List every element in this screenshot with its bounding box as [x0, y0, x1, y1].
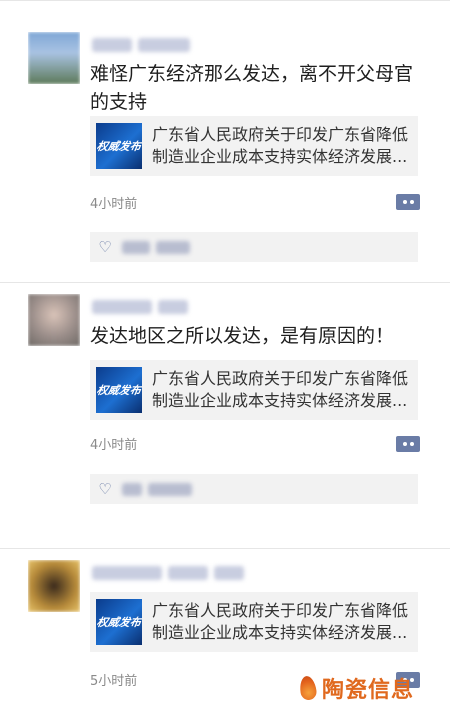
watermark-text: 陶瓷信息	[322, 677, 415, 703]
nickname-blurred[interactable]	[92, 298, 188, 316]
moment-post-2: 发达地区之所以发达，是有原因的！ 权威发布 广东省人民政府关于印发广东省降低制造…	[0, 282, 450, 544]
heart-icon: ♡	[98, 238, 112, 256]
link-title: 广东省人民政府关于印发广东省降低制造业企业成本支持实体经济发展...	[152, 601, 409, 642]
link-thumbnail: 权威发布	[96, 367, 142, 413]
avatar[interactable]	[28, 32, 80, 84]
likers-blurred[interactable]	[122, 482, 192, 496]
watermark-logo: 陶瓷信息	[298, 672, 415, 704]
link-thumbnail: 权威发布	[96, 123, 142, 169]
likers-blurred[interactable]	[122, 240, 190, 254]
nickname-blurred[interactable]	[92, 36, 190, 54]
likes-bar: ♡	[90, 474, 418, 504]
link-card[interactable]: 权威发布 广东省人民政府关于印发广东省降低制造业企业成本支持实体经济发展...	[90, 360, 418, 420]
link-thumbnail: 权威发布	[96, 599, 142, 645]
link-title: 广东省人民政府关于印发广东省降低制造业企业成本支持实体经济发展...	[152, 125, 409, 166]
post-time: 4小时前	[90, 197, 138, 212]
likes-bar: ♡	[90, 232, 418, 262]
link-card[interactable]: 权威发布 广东省人民政府关于印发广东省降低制造业企业成本支持实体经济发展...	[90, 116, 418, 176]
post-time: 5小时前	[90, 674, 138, 689]
moment-post-1: 难怪广东经济那么发达，离不开父母官的支持 权威发布 广东省人民政府关于印发广东省…	[0, 0, 450, 278]
avatar[interactable]	[28, 294, 80, 346]
post-text: 发达地区之所以发达，是有原因的！	[90, 325, 395, 347]
flame-icon	[298, 675, 318, 701]
nickname-blurred[interactable]	[92, 564, 244, 582]
more-dots-icon[interactable]	[396, 436, 420, 452]
link-card[interactable]: 权威发布 广东省人民政府关于印发广东省降低制造业企业成本支持实体经济发展...	[90, 592, 418, 652]
more-dots-icon[interactable]	[396, 194, 420, 210]
post-text: 难怪广东经济那么发达，离不开父母官的支持	[90, 63, 414, 113]
post-time: 4小时前	[90, 438, 138, 453]
heart-icon: ♡	[98, 480, 112, 498]
avatar[interactable]	[28, 560, 80, 612]
link-title: 广东省人民政府关于印发广东省降低制造业企业成本支持实体经济发展...	[152, 369, 409, 410]
